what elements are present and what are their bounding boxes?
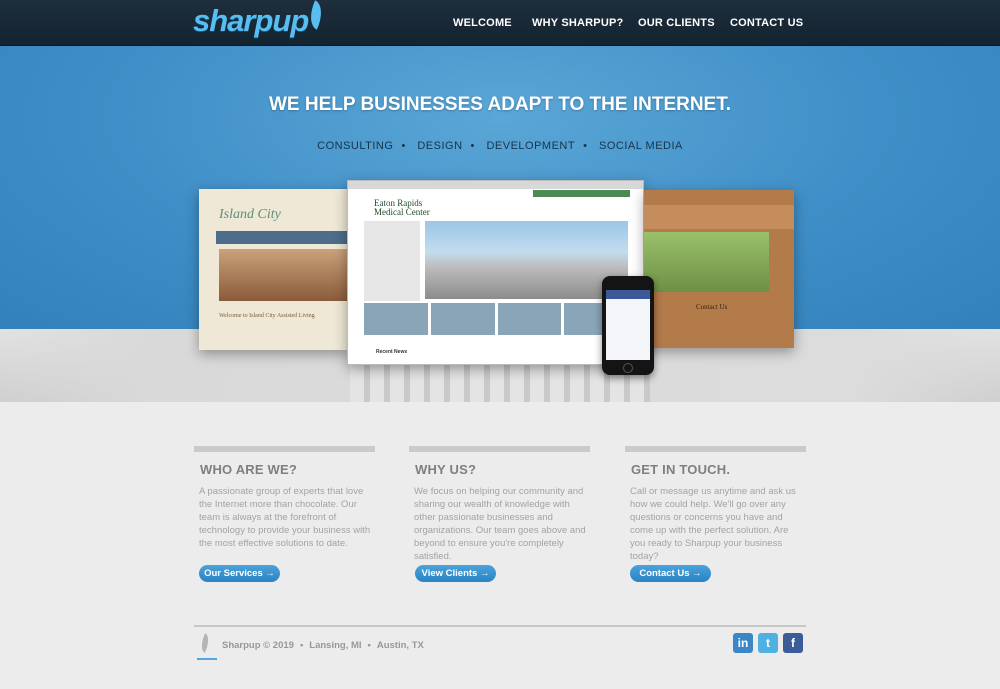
mockup-alumni-village: Contact Us <box>644 190 794 348</box>
column-heading: WHY US? <box>415 462 477 477</box>
footer-location-austin: Austin, TX <box>376 640 424 651</box>
mockup-right-photo <box>644 232 769 292</box>
brand-logo[interactable]: sharpup <box>193 0 329 39</box>
mockup-left-photo <box>219 249 349 301</box>
mockup-left-brand: Island City <box>219 207 281 222</box>
linkedin-icon[interactable]: in <box>733 633 753 653</box>
service-design: DESIGN <box>417 140 463 152</box>
contact-us-button[interactable]: Contact Us → <box>630 565 711 582</box>
phone-home-button <box>623 363 633 373</box>
mockup-left-heading: Welcome to Island City Assisted Living <box>219 313 315 319</box>
mockup-right-contact: Contact Us <box>696 303 728 311</box>
phone-mockup <box>602 276 654 375</box>
view-clients-button[interactable]: View Clients → <box>415 565 496 582</box>
footer-logo-icon <box>197 632 217 660</box>
column-why-us: WHY US? We focus on helping our communit… <box>409 446 590 563</box>
footer-divider <box>194 625 806 627</box>
footer-info: Sharpup © 2019 • Lansing, MI • Austin, TX <box>222 640 424 651</box>
mockup-center-news: Recent News <box>376 349 408 355</box>
mockup-center-sidebar <box>364 221 420 301</box>
top-navbar: sharpup WELCOME WHY SHARPUP? OUR CLIENTS… <box>0 0 1000 46</box>
hero-title: WE HELP BUSINESSES ADAPT TO THE INTERNET… <box>268 94 732 115</box>
twitter-icon[interactable]: t <box>758 633 778 653</box>
nav-why-sharpup[interactable]: WHY SHARPUP? <box>532 17 623 29</box>
column-get-in-touch: GET IN TOUCH. Call or message us anytime… <box>625 446 806 563</box>
footer-copyright: Sharpup © 2019 <box>222 640 294 651</box>
mockup-center-logo: Eaton Rapids Medical Center <box>374 198 430 217</box>
mockup-medical-center: Eaton Rapids Medical Center Recent News <box>347 180 644 365</box>
nav-contact-us[interactable]: CONTACT US <box>730 17 803 29</box>
service-social-media: SOCIAL MEDIA <box>599 140 683 152</box>
service-development: DEVELOPMENT <box>486 140 576 152</box>
our-services-button[interactable]: Our Services → <box>199 565 280 582</box>
facebook-icon[interactable]: f <box>783 633 803 653</box>
column-who-are-we: WHO ARE WE? A passionate group of expert… <box>194 446 375 550</box>
mockup-island-city: Island City Welcome to Island City Assis… <box>199 189 349 350</box>
column-text: Call or message us anytime and ask us ho… <box>630 486 796 562</box>
nav-welcome[interactable]: WELCOME <box>453 17 512 29</box>
nav-our-clients[interactable]: OUR CLIENTS <box>638 17 715 29</box>
column-text: We focus on helping our community and sh… <box>414 486 586 562</box>
column-heading: WHO ARE WE? <box>200 462 298 477</box>
column-heading: GET IN TOUCH. <box>631 462 731 477</box>
footer-location-lansing: Lansing, MI <box>309 640 362 651</box>
services-list: CONSULTING • DESIGN • DEVELOPMENT • SOCIAL … <box>317 140 683 152</box>
column-text: A passionate group of experts that love … <box>199 486 371 549</box>
mockup-center-photo <box>425 221 628 299</box>
service-consulting: CONSULTING <box>317 140 394 152</box>
